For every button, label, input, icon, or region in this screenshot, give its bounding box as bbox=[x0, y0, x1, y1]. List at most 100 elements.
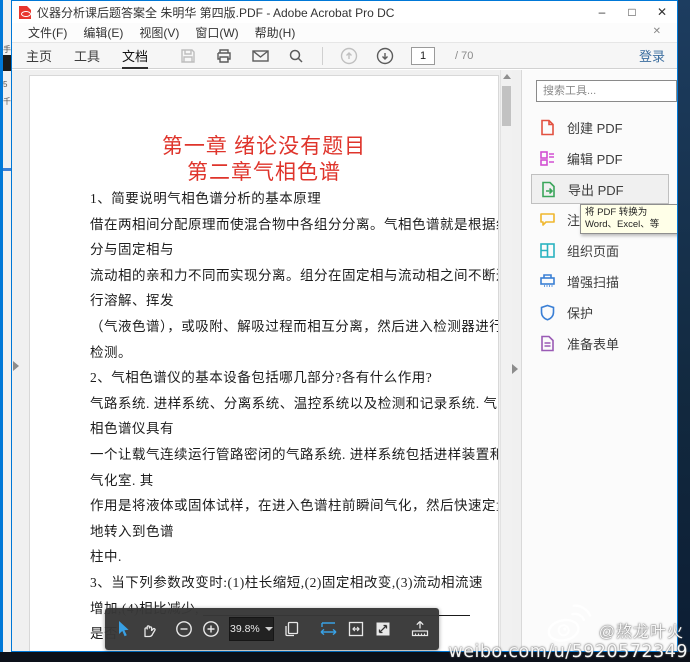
comment-icon bbox=[539, 211, 556, 228]
pdf-page[interactable]: 第一章 绪论没有题目 第二章气相色谱 1、简要说明气相色谱分析的基本原理借在两相… bbox=[29, 75, 499, 651]
email-icon[interactable] bbox=[250, 46, 270, 66]
select-tool-icon[interactable] bbox=[115, 619, 131, 639]
search-tools-input[interactable]: 搜索工具... bbox=[536, 80, 677, 102]
scrollbar-thumb[interactable] bbox=[502, 86, 511, 126]
vertical-scrollbar[interactable] bbox=[500, 70, 512, 651]
chevron-right-icon bbox=[512, 364, 518, 374]
tool-label: 编辑 PDF bbox=[567, 149, 623, 168]
document-line: （气液色谱），或吸附、解吸过程而相互分离，然后进入检测器进行 bbox=[90, 314, 472, 340]
menu-help[interactable]: 帮助(H) bbox=[247, 24, 304, 41]
tool-label: 组织页面 bbox=[567, 241, 619, 260]
zoom-in-icon[interactable] bbox=[202, 619, 220, 639]
fit-page-icon[interactable] bbox=[347, 619, 365, 639]
toolbar-separator bbox=[322, 47, 323, 65]
chevron-up-icon bbox=[503, 74, 511, 79]
document-line: 相色谱仪具有 bbox=[90, 416, 472, 442]
scroll-up-button[interactable] bbox=[501, 70, 513, 82]
create-pdf-icon bbox=[539, 119, 556, 136]
document-line: 1、简要说明气相色谱分析的基本原理 bbox=[90, 186, 472, 212]
weibo-url: weibo.com/u/5920572349 bbox=[448, 642, 688, 662]
menu-edit[interactable]: 编辑(E) bbox=[75, 24, 131, 41]
tool-label: 增强扫描 bbox=[567, 272, 619, 291]
document-line: 流动相的亲和力不同而实现分离。组分在固定相与流动相之间不断进 bbox=[90, 263, 472, 289]
chevron-right-icon bbox=[13, 361, 19, 371]
document-line: 气路系统. 进样系统、分离系统、温控系统以及检测和记录系统. 气 bbox=[90, 391, 472, 417]
chevron-down-icon bbox=[265, 627, 273, 631]
acrobat-window: 仪器分析课后题答案全 朱明华 第四版.PDF - Adobe Acrobat P… bbox=[11, 0, 678, 652]
weibo-logo-icon bbox=[539, 597, 598, 647]
menu-file[interactable]: 文件(F) bbox=[20, 24, 75, 41]
tool-export-pdf[interactable]: 导出 PDF bbox=[531, 174, 669, 204]
prepare-form-icon bbox=[539, 335, 556, 352]
fit-width-icon[interactable] bbox=[319, 619, 338, 639]
menu-window[interactable]: 窗口(W) bbox=[187, 24, 246, 41]
tool-label: 准备表单 bbox=[567, 334, 619, 353]
fullscreen-icon[interactable] bbox=[374, 619, 392, 639]
document-line: 分与固定相与 bbox=[90, 237, 472, 263]
minimize-button[interactable]: – bbox=[587, 1, 617, 23]
window-title: 仪器分析课后题答案全 朱明华 第四版.PDF - Adobe Acrobat P… bbox=[37, 4, 394, 21]
zoom-level-dropdown[interactable]: 39.8% bbox=[229, 617, 274, 641]
tool-label: 导出 PDF bbox=[568, 180, 624, 199]
organize-pages-icon bbox=[539, 242, 556, 259]
background-text-fragment: 手 bbox=[3, 44, 11, 55]
floating-toolbar: 39.8% bbox=[105, 608, 439, 650]
hand-tool-icon[interactable] bbox=[140, 619, 157, 639]
tab-tools[interactable]: 工具 bbox=[74, 43, 100, 69]
edit-pdf-icon bbox=[539, 150, 556, 167]
menubar: 文件(F) 编辑(E) 视图(V) 窗口(W) 帮助(H) ✕ bbox=[12, 23, 677, 43]
document-line: 借在两相间分配原理而使混合物中各组分分离。气相色谱就是根据组 bbox=[90, 212, 472, 238]
main-toolbar: 主页 工具 文档 bbox=[12, 43, 677, 69]
sign-in-link[interactable]: 登录 bbox=[639, 46, 665, 65]
document-line: 作用是将液体或固体试样，在进入色谱柱前瞬间气化，然后快速定量 bbox=[90, 493, 472, 519]
document-area: 第一章 绪论没有题目 第二章气相色谱 1、简要说明气相色谱分析的基本原理借在两相… bbox=[12, 70, 521, 651]
weibo-watermark: @熬龙叶火 weibo.com/u/5920572349 bbox=[448, 602, 688, 662]
background-text-fragment: 5 bbox=[3, 80, 7, 89]
save-icon[interactable] bbox=[178, 46, 198, 66]
document-line: 2、气相色谱仪的基本设备包括哪几部分?各有什么作用? bbox=[90, 365, 472, 391]
zoom-level-value: 39.8% bbox=[230, 623, 260, 635]
document-line: 检测。 bbox=[90, 340, 472, 366]
page-number-input[interactable]: 1 bbox=[411, 47, 435, 65]
chapter-heading-1: 第一章 绪论没有题目 bbox=[30, 133, 498, 159]
document-body: 1、简要说明气相色谱分析的基本原理借在两相间分配原理而使混合物中各组分分离。气相… bbox=[90, 186, 472, 651]
background-fragment-dash bbox=[3, 168, 11, 171]
screen: 手 5 千 仪器分析课后题答案全 朱明华 第四版.PDF - Adobe Acr… bbox=[0, 0, 690, 662]
tab-home[interactable]: 主页 bbox=[26, 43, 52, 69]
document-line: 一个让载气连续运行管路密闭的气路系统. 进样系统包括进样装置和 bbox=[90, 442, 472, 468]
page-display-icon[interactable] bbox=[283, 619, 301, 639]
tool-organize-pages[interactable]: 组织页面 bbox=[522, 235, 677, 266]
chapter-heading-2: 第二章气相色谱 bbox=[30, 159, 498, 185]
tab-document[interactable]: 文档 bbox=[122, 43, 148, 69]
document-line: 行溶解、挥发 bbox=[90, 288, 472, 314]
export-pdf-tooltip: 将 PDF 转换为 Word、Excel、等 bbox=[580, 204, 678, 234]
export-pdf-icon bbox=[540, 181, 557, 198]
measure-ruler-icon[interactable] bbox=[410, 619, 430, 639]
document-line: 3、当下列参数改变时:(1)柱长缩短,(2)固定相改变,(3)流动相流速 bbox=[90, 570, 472, 596]
enhance-scans-icon bbox=[539, 273, 556, 290]
tool-enhance-scans[interactable]: 增强扫描 bbox=[522, 266, 677, 297]
zoom-out-icon[interactable] bbox=[175, 619, 193, 639]
maximize-button[interactable]: □ bbox=[617, 1, 647, 23]
next-page-icon[interactable] bbox=[375, 46, 395, 66]
close-button[interactable]: ✕ bbox=[647, 1, 677, 23]
background-fragment-block bbox=[3, 55, 11, 71]
background-window-sliver: 手 5 千 bbox=[3, 0, 11, 652]
document-line: 地转入到色谱 bbox=[90, 519, 472, 545]
tool-protect[interactable]: 保护 bbox=[522, 297, 677, 328]
menu-view[interactable]: 视图(V) bbox=[131, 24, 187, 41]
previous-page-icon[interactable] bbox=[339, 46, 359, 66]
tool-create-pdf[interactable]: 创建 PDF bbox=[522, 112, 677, 143]
page-total-label: / 70 bbox=[455, 50, 473, 62]
protect-shield-icon bbox=[539, 304, 556, 321]
navigation-pane-toggle[interactable] bbox=[13, 358, 23, 374]
tools-pane-toggle[interactable] bbox=[512, 362, 521, 376]
background-text-fragment: 千 bbox=[3, 96, 11, 107]
tool-edit-pdf[interactable]: 编辑 PDF bbox=[522, 143, 677, 174]
print-icon[interactable] bbox=[214, 46, 234, 66]
menubar-close-icon[interactable]: ✕ bbox=[653, 26, 661, 37]
document-line: 柱中. bbox=[90, 544, 472, 570]
tool-prepare-form[interactable]: 准备表单 bbox=[522, 328, 677, 359]
document-line: 气化室. 其 bbox=[90, 468, 472, 494]
search-icon[interactable] bbox=[286, 46, 306, 66]
